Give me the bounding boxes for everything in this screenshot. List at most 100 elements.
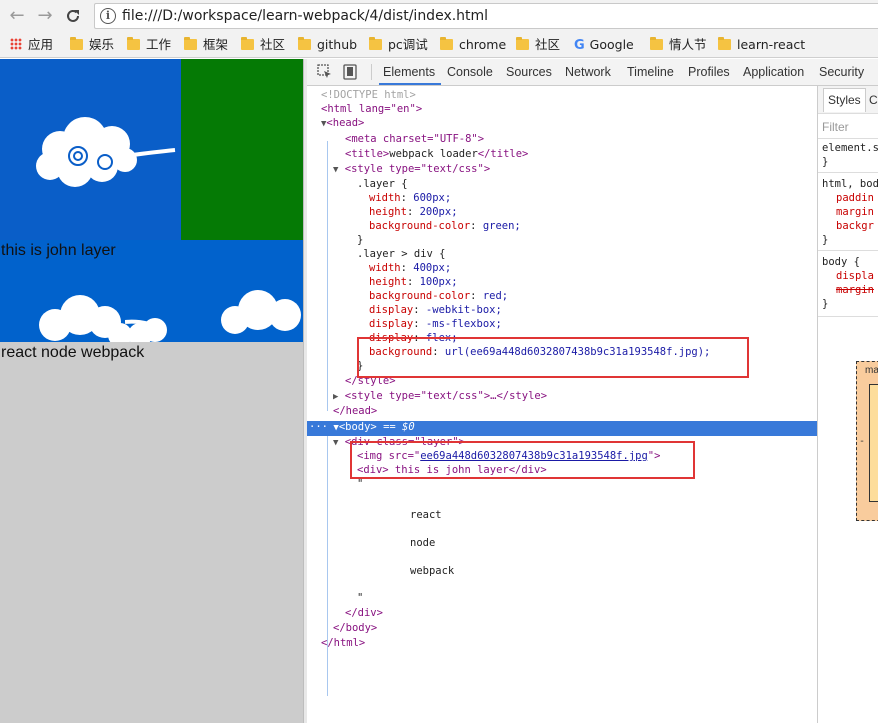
- tab-sources[interactable]: Sources: [506, 65, 552, 79]
- dom-line[interactable]: </head>: [333, 404, 377, 418]
- tab-application[interactable]: Application: [743, 65, 804, 79]
- url-text[interactable]: file:///D:/workspace/learn-webpack/4/dis…: [122, 8, 488, 24]
- bookmark-folder[interactable]: chrome: [440, 36, 506, 54]
- devtools-panel: Elements Console Sources Network Timelin…: [307, 59, 878, 723]
- bookmark-label: 应用: [28, 37, 54, 52]
- page-viewport: this is john layer react node webpack: [0, 59, 304, 723]
- tab-console[interactable]: Console: [447, 65, 493, 79]
- inspect-element-icon[interactable]: [317, 64, 333, 80]
- dom-line[interactable]: <meta charset="UTF-8">: [345, 132, 484, 146]
- cloud-icon: [125, 318, 167, 342]
- info-icon[interactable]: i: [100, 8, 116, 24]
- css-line: width: 400px;: [369, 262, 452, 274]
- bookmark-label: 社区: [535, 37, 561, 52]
- bookmark-folder[interactable]: 工作: [127, 36, 171, 54]
- bookmark-folder[interactable]: github: [298, 36, 357, 54]
- bookmark-label: pc调试: [388, 37, 428, 52]
- dom-line[interactable]: </body>: [333, 621, 377, 635]
- box-model-diagram[interactable]: ma -: [856, 361, 878, 521]
- expand-triangle-icon[interactable]: ▼: [333, 438, 338, 448]
- box-model-inner: [869, 384, 878, 502]
- dom-line[interactable]: </html>: [321, 636, 365, 650]
- divider: [818, 250, 878, 251]
- tab-timeline[interactable]: Timeline: [627, 65, 674, 79]
- reload-icon[interactable]: [62, 5, 84, 27]
- bookmarks-bar: 应用 娱乐 工作 框架 社区 github pc调试 chrome 社区 G Go…: [0, 32, 878, 58]
- dom-line[interactable]: </div>: [345, 606, 383, 620]
- bookmark-folder[interactable]: 社区: [516, 36, 560, 54]
- bookmark-label: chrome: [459, 37, 507, 52]
- text-node: ": [357, 592, 364, 604]
- bookmark-label: 框架: [203, 37, 229, 52]
- collapsed-triangle-icon[interactable]: ▶: [333, 392, 338, 402]
- bookmark-label: Google: [589, 37, 634, 52]
- dom-line[interactable]: ▶ <style type="text/css">…</style>: [333, 389, 547, 403]
- bookmark-label: 工作: [146, 37, 172, 52]
- bookmark-label: learn-react: [737, 37, 806, 52]
- folder-icon: [369, 37, 382, 50]
- url-input[interactable]: i file:///D:/workspace/learn-webpack/4/d…: [94, 3, 878, 29]
- css-line: width: 600px;: [369, 192, 452, 204]
- divider: [818, 316, 878, 317]
- box-model-value: -: [859, 436, 866, 447]
- active-tab-indicator: [379, 83, 441, 85]
- body-text: react node webpack: [1, 344, 145, 361]
- device-toolbar-icon[interactable]: [342, 64, 358, 80]
- styles-filter-input[interactable]: Filter: [822, 120, 849, 134]
- cloud-image: [0, 59, 181, 240]
- dom-line[interactable]: ▼ <style type="text/css">: [333, 162, 490, 176]
- style-rule-line: displa: [836, 270, 874, 282]
- john-layer: this is john layer: [0, 240, 303, 342]
- highlight-box: [357, 337, 749, 378]
- tab-computed[interactable]: Co: [869, 93, 878, 107]
- folder-icon: [718, 37, 731, 50]
- bookmark-folder[interactable]: 框架: [184, 36, 228, 54]
- style-rule-line: }: [822, 234, 829, 246]
- tab-profiles[interactable]: Profiles: [688, 65, 730, 79]
- style-rule-line: element.s: [822, 142, 878, 154]
- style-rule-line: }: [822, 298, 829, 310]
- bookmark-apps[interactable]: 应用: [10, 36, 53, 54]
- bookmark-label: github: [317, 37, 358, 52]
- dom-line[interactable]: <!DOCTYPE html>: [321, 88, 416, 102]
- style-rule-line: backgr: [836, 220, 874, 232]
- devtools-tabbar: Elements Console Sources Network Timelin…: [307, 59, 878, 86]
- bookmark-folder[interactable]: learn-react: [718, 36, 805, 54]
- bookmark-folder[interactable]: pc调试: [369, 36, 428, 54]
- tab-styles[interactable]: Styles: [823, 88, 866, 112]
- dom-line[interactable]: <html lang="en">: [321, 102, 422, 116]
- style-rule-line: paddin: [836, 192, 874, 204]
- folder-icon: [241, 37, 254, 50]
- dom-line-selected[interactable]: ··· ▼<body> == $0: [309, 420, 415, 434]
- folder-icon: [650, 37, 663, 50]
- tab-security[interactable]: Security: [819, 65, 864, 79]
- css-line: }: [357, 234, 364, 246]
- bookmark-folder[interactable]: 娱乐: [70, 36, 114, 54]
- layer-green-background: [181, 59, 303, 240]
- bookmark-folder[interactable]: 情人节: [650, 36, 707, 54]
- dom-line[interactable]: ▼<head>: [321, 116, 364, 130]
- css-line: .layer {: [357, 178, 408, 190]
- divider: [818, 172, 878, 173]
- style-rule-line: html, bod: [822, 178, 878, 190]
- more-icon[interactable]: ···: [309, 421, 328, 433]
- tab-network[interactable]: Network: [565, 65, 611, 79]
- folder-icon: [298, 37, 311, 50]
- dom-line[interactable]: <title>webpack loader</title>: [345, 147, 528, 161]
- divider: [818, 138, 878, 139]
- folder-icon: [70, 37, 83, 50]
- styles-tabbar: Styles Co: [818, 86, 878, 114]
- text-node[interactable]: ": [357, 477, 363, 491]
- style-rule-line: margin: [836, 284, 874, 296]
- bookmark-folder[interactable]: 社区: [241, 36, 285, 54]
- cloud-icon: [221, 290, 301, 334]
- bookmark-google[interactable]: G Google: [574, 36, 634, 54]
- cloud-icon: [39, 295, 132, 342]
- back-arrow-icon[interactable]: ←: [6, 5, 28, 27]
- css-line: background-color: green;: [369, 220, 521, 232]
- expand-triangle-icon[interactable]: ▼: [333, 165, 338, 175]
- tab-elements[interactable]: Elements: [383, 65, 435, 79]
- forward-arrow-icon[interactable]: →: [34, 5, 56, 27]
- text-node: react: [410, 509, 442, 521]
- tree-guide: [327, 436, 328, 696]
